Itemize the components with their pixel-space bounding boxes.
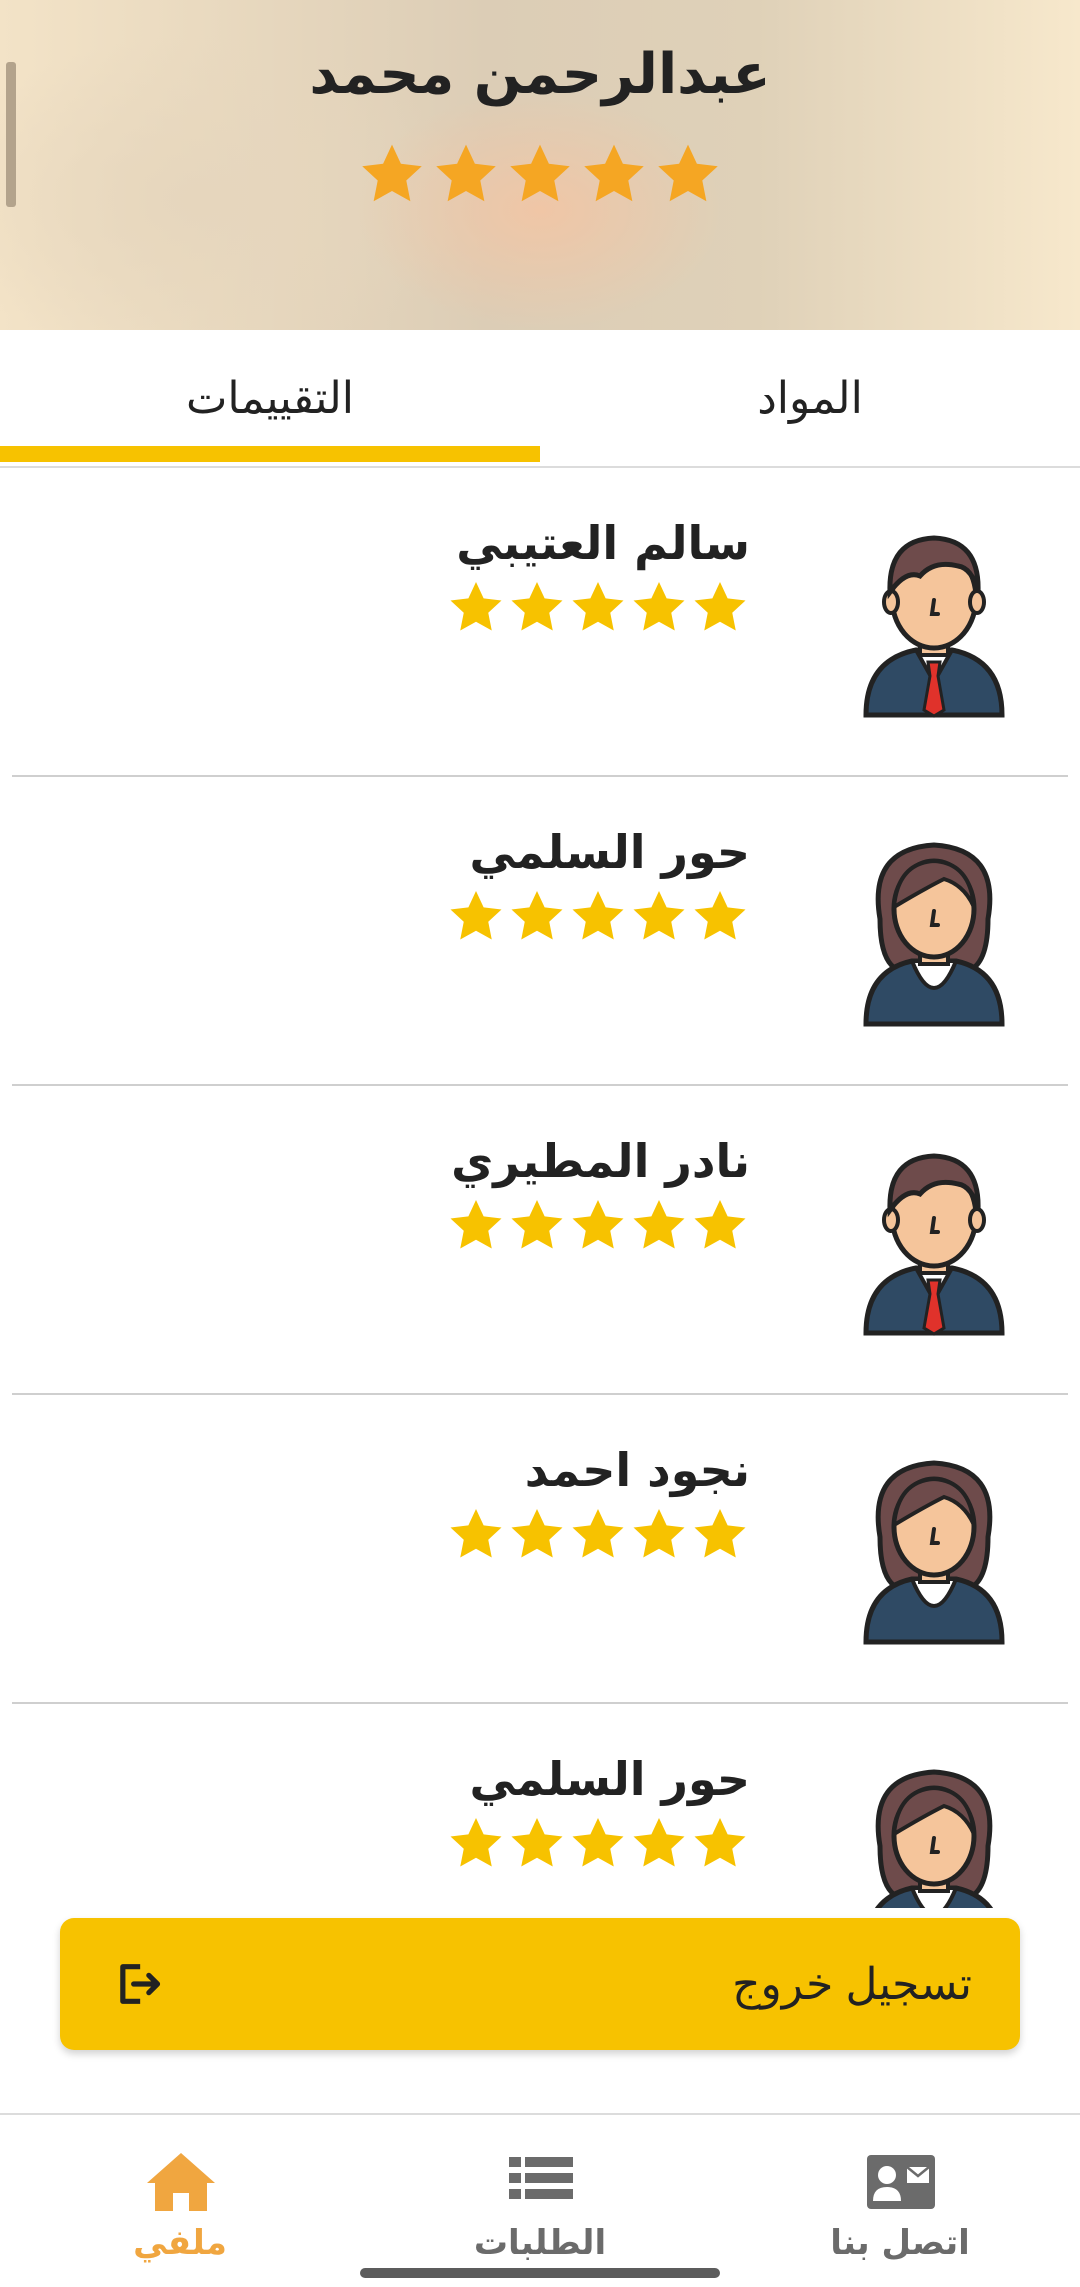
review-row[interactable]: سالم العتيبي xyxy=(0,468,1080,777)
star-icon xyxy=(505,140,575,210)
star-icon xyxy=(568,1505,628,1565)
reviewer-name: نادر المطيري xyxy=(451,1134,750,1188)
nav-item-contact[interactable]: اتصل بنا xyxy=(770,2115,1030,2287)
reviewer-rating-stars xyxy=(446,887,750,947)
nav-label-orders: الطلبات xyxy=(473,2223,607,2263)
logout-label: تسجيل خروج xyxy=(732,1959,972,2009)
star-icon xyxy=(507,887,567,947)
star-icon xyxy=(507,578,567,638)
female-avatar-icon xyxy=(854,1437,1014,1647)
review-row[interactable]: حور السلمي xyxy=(0,777,1080,1086)
bottom-navigation: ملفي الطلبات اتصل بنا xyxy=(0,2113,1080,2287)
reviewer-rating-stars xyxy=(446,1814,750,1874)
star-icon xyxy=(629,1505,689,1565)
star-icon xyxy=(579,140,649,210)
home-indicator[interactable] xyxy=(360,2268,720,2278)
star-icon xyxy=(690,578,750,638)
reviews-list[interactable]: سالم العتيبي حور السلمي نادر المطيري نجود ا… xyxy=(0,468,1080,1908)
active-tab-indicator xyxy=(0,446,540,462)
nav-label-profile: ملفي xyxy=(133,2223,227,2263)
female-avatar-icon xyxy=(854,1746,1014,1908)
review-row[interactable]: نادر المطيري xyxy=(0,1086,1080,1395)
star-icon xyxy=(690,887,750,947)
nav-label-contact: اتصل بنا xyxy=(830,2223,970,2263)
star-icon xyxy=(629,1814,689,1874)
star-icon xyxy=(690,1505,750,1565)
star-icon xyxy=(568,1814,628,1874)
reviewer-name: نجود احمد xyxy=(524,1443,750,1497)
star-icon xyxy=(629,578,689,638)
reviewer-rating-stars xyxy=(446,578,750,638)
star-icon xyxy=(446,1196,506,1256)
star-icon xyxy=(690,1196,750,1256)
logout-button[interactable]: تسجيل خروج xyxy=(60,1918,1020,2050)
star-icon xyxy=(507,1196,567,1256)
reviewer-rating-stars xyxy=(446,1505,750,1565)
star-icon xyxy=(446,1505,506,1565)
home-icon xyxy=(147,2153,215,2211)
male-avatar-icon xyxy=(854,510,1014,720)
star-icon xyxy=(568,887,628,947)
star-icon xyxy=(446,578,506,638)
reviewer-name: حور السلمي xyxy=(469,1752,751,1806)
star-icon xyxy=(568,578,628,638)
female-avatar-icon xyxy=(854,819,1014,1029)
star-icon xyxy=(507,1505,567,1565)
profile-rating-stars xyxy=(0,140,1080,210)
star-icon xyxy=(568,1196,628,1256)
contact-card-icon xyxy=(867,2155,935,2209)
star-icon xyxy=(431,140,501,210)
review-row[interactable]: حور السلمي xyxy=(0,1704,1080,1908)
star-icon xyxy=(690,1814,750,1874)
star-icon xyxy=(507,1814,567,1874)
profile-header: عبدالرحمن محمد xyxy=(0,0,1080,330)
profile-name: عبدالرحمن محمد xyxy=(309,42,771,107)
star-icon xyxy=(629,1196,689,1256)
tab-materials[interactable]: المواد xyxy=(540,330,1080,466)
reviewer-name: حور السلمي xyxy=(469,825,751,879)
male-avatar-icon xyxy=(854,1128,1014,1338)
list-icon xyxy=(509,2157,573,2199)
logout-icon xyxy=(120,1964,161,2004)
star-icon xyxy=(446,1814,506,1874)
reviewer-name: سالم العتيبي xyxy=(456,516,750,570)
star-icon xyxy=(357,140,427,210)
review-row[interactable]: نجود احمد xyxy=(0,1395,1080,1704)
reviewer-rating-stars xyxy=(446,1196,750,1256)
star-icon xyxy=(629,887,689,947)
star-icon xyxy=(446,887,506,947)
nav-item-profile[interactable]: ملفي xyxy=(50,2115,310,2287)
nav-item-orders[interactable]: الطلبات xyxy=(410,2115,670,2287)
star-icon xyxy=(653,140,723,210)
